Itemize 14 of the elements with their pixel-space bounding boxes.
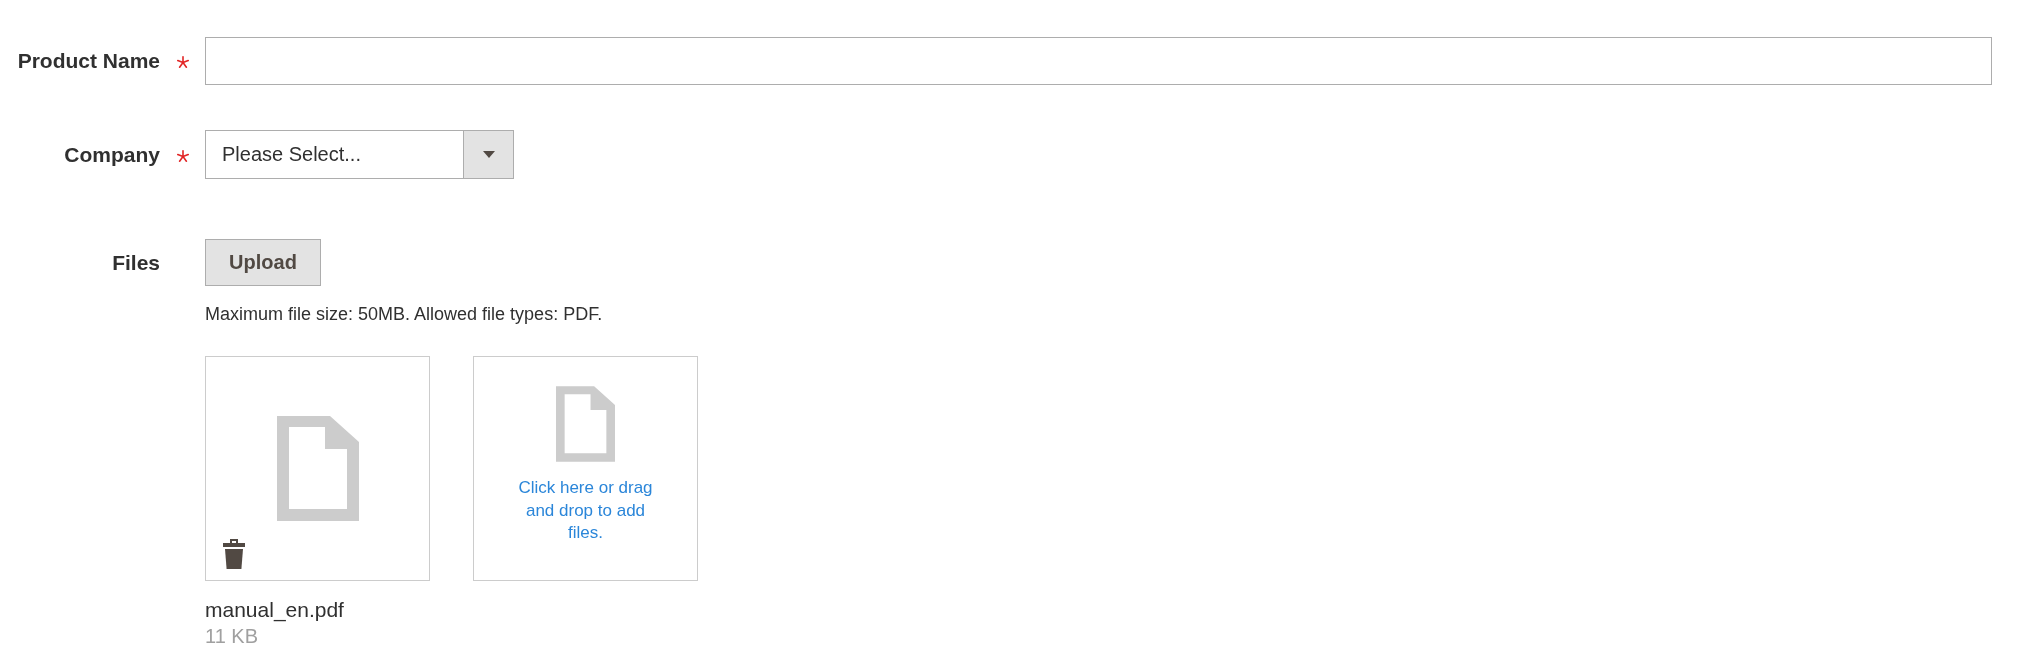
caret-icon [482, 151, 495, 158]
field-label: Product Name [17, 49, 160, 73]
dropzone[interactable]: Click here or drag and drop to add files. [473, 356, 698, 581]
upload-button[interactable]: Upload [205, 239, 321, 286]
product-name-field[interactable] [205, 37, 1992, 85]
file-name: manual_en.pdf [205, 597, 345, 623]
field-label: Company [64, 142, 160, 167]
file-icon [276, 416, 359, 521]
company-select[interactable]: Please Select... [205, 130, 514, 179]
file-size: 11 KB [205, 624, 259, 649]
field-label: Files [112, 250, 160, 275]
file-icon [556, 386, 615, 462]
file-size-hint: Maximum file size: 50MB. Allowed file types: PDF. [205, 303, 603, 325]
trash-icon[interactable] [223, 539, 245, 569]
